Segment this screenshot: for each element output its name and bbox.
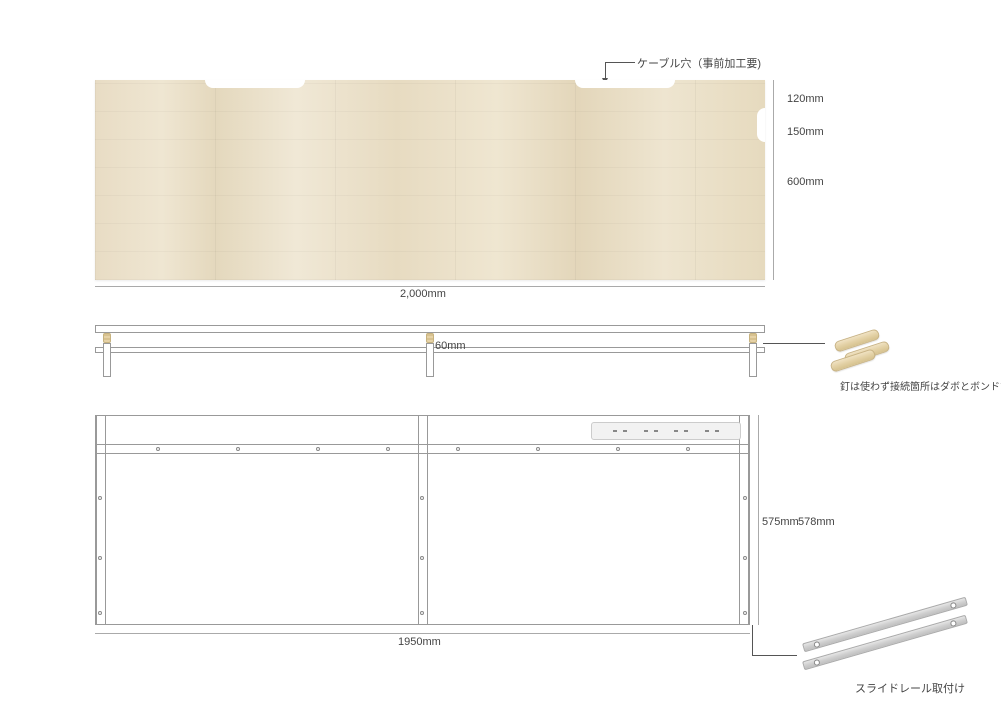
underside-view	[95, 415, 750, 625]
sv-leg	[103, 343, 111, 377]
screw-hole-icon	[420, 496, 424, 500]
screw-hole-icon	[536, 447, 540, 451]
dim-notch-length: 150mm	[787, 126, 824, 138]
screw-hole-icon	[743, 611, 747, 615]
side-cross-section	[95, 325, 765, 385]
bv-center-panel	[418, 416, 428, 624]
leader-line	[752, 625, 753, 655]
sv-leg	[426, 343, 434, 377]
screw-hole-icon	[456, 447, 460, 451]
cable-notch	[575, 80, 675, 88]
leader-line	[752, 655, 797, 656]
screw-hole-icon	[743, 496, 747, 500]
screw-hole-icon	[156, 447, 160, 451]
screw-hole-icon	[98, 496, 102, 500]
dim-notch-offset: 120mm	[787, 93, 824, 105]
screw-hole-icon	[420, 611, 424, 615]
power-strip	[591, 422, 741, 440]
sv-dowel	[749, 333, 757, 343]
screw-hole-icon	[616, 447, 620, 451]
sv-leg	[749, 343, 757, 377]
sv-tabletop	[95, 325, 765, 333]
dim-frame-height-a: 575mm	[762, 516, 799, 528]
dim-line	[95, 633, 750, 634]
screw-hole-icon	[316, 447, 320, 451]
sv-dowel	[426, 333, 434, 343]
tabletop-top-view	[95, 80, 765, 280]
screw-hole-icon	[98, 611, 102, 615]
leader-line	[605, 62, 635, 63]
dim-frame-width: 1950mm	[398, 636, 441, 648]
label-slide-rail-note: スライドレール取付け	[855, 680, 965, 696]
screw-hole-icon	[743, 556, 747, 560]
dim-line	[95, 286, 765, 287]
cable-notch	[205, 80, 305, 88]
dim-top-width: 2,000mm	[400, 288, 446, 300]
drawing-canvas: ケーブル穴（事前加工要) 120mm 150mm 600mm 2,000mm 6…	[0, 0, 1001, 708]
outlet-icon	[705, 426, 719, 436]
dim-frame-height-b: 578mm	[798, 516, 835, 528]
outlet-icon	[644, 426, 658, 436]
leader-line	[763, 343, 825, 344]
screw-hole-icon	[420, 556, 424, 560]
screw-hole-icon	[686, 447, 690, 451]
slide-rail-illustration	[800, 620, 970, 680]
dim-line	[758, 415, 759, 625]
label-dowel-note: 釘は使わず接続箇所はダボとボンドで接続	[840, 378, 995, 393]
bv-side-panel	[739, 416, 749, 624]
dim-apron-height: 60mm	[435, 340, 466, 352]
side-notch	[757, 108, 765, 142]
dowel-illustration	[830, 335, 890, 375]
outlet-icon	[613, 426, 627, 436]
screw-hole-icon	[236, 447, 240, 451]
bv-side-panel	[96, 416, 106, 624]
outlet-icon	[674, 426, 688, 436]
dim-line	[773, 80, 774, 280]
dim-top-depth: 600mm	[787, 176, 824, 188]
label-cable-hole: ケーブル穴（事前加工要)	[637, 55, 761, 71]
screw-hole-icon	[98, 556, 102, 560]
screw-hole-icon	[386, 447, 390, 451]
sv-dowel	[103, 333, 111, 343]
